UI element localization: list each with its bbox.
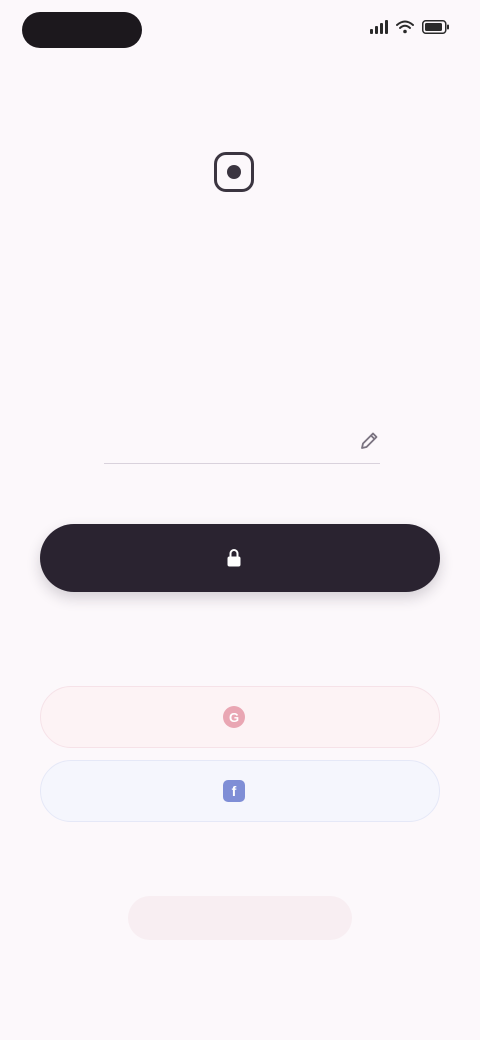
brand-logo-icon: [214, 152, 254, 192]
status-bar: [0, 0, 480, 62]
wifi-icon: [396, 20, 414, 34]
status-time-pill: [22, 12, 142, 48]
google-icon: G: [223, 706, 245, 728]
battery-icon: [422, 20, 450, 34]
google-signin-button[interactable]: G: [40, 686, 440, 748]
phone-field[interactable]: [104, 418, 380, 464]
lock-icon: [226, 548, 242, 568]
continue-button[interactable]: [40, 524, 440, 592]
pencil-icon[interactable]: [358, 430, 380, 452]
secondary-link[interactable]: [128, 896, 352, 940]
facebook-icon: f: [223, 780, 245, 802]
login-screen: G f: [0, 0, 480, 1040]
status-icons: [370, 20, 450, 34]
facebook-signin-button[interactable]: f: [40, 760, 440, 822]
signal-icon: [370, 20, 388, 34]
phone-input[interactable]: [114, 431, 348, 450]
brand: [0, 152, 480, 192]
